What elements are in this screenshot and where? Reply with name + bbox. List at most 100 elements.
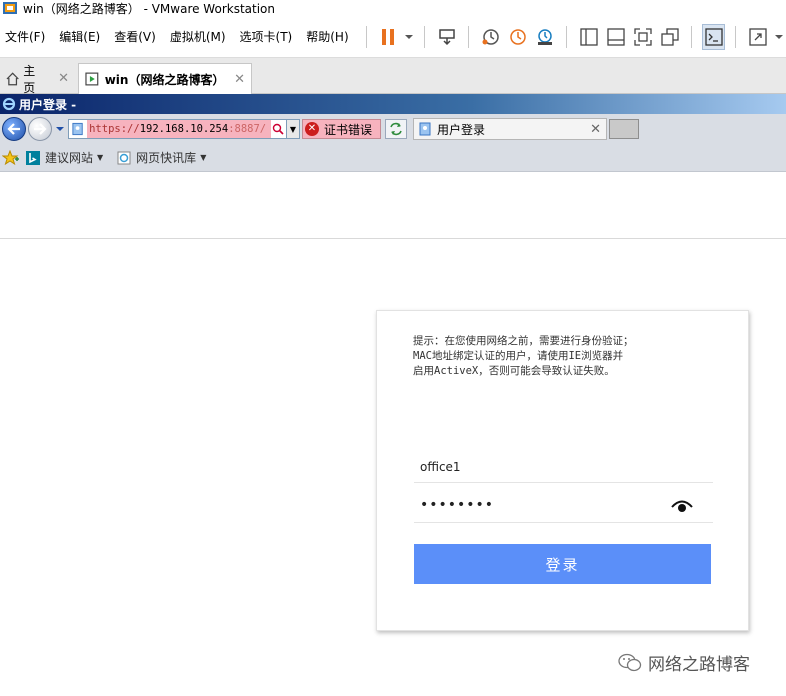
new-tab-button[interactable]: [609, 119, 640, 139]
search-icon: [273, 123, 284, 135]
refresh-button[interactable]: [385, 119, 408, 139]
address-search-button[interactable]: [271, 120, 286, 138]
tab-home-label: 主页: [23, 63, 36, 95]
web-slice-gallery-link[interactable]: 网页快讯库 ▼: [117, 149, 206, 166]
toolbar-separator: [735, 25, 737, 48]
menu-vm[interactable]: 虚拟机(M): [165, 28, 235, 45]
toolbar-separator: [468, 25, 470, 48]
home-icon: [6, 71, 19, 85]
address-dropdown-button[interactable]: ▼: [285, 120, 300, 138]
address-url[interactable]: https://192.168.10.254:8887/: [87, 120, 271, 138]
tab-win-vm[interactable]: win（网络之路博客） ✕: [78, 63, 252, 94]
page-icon: [72, 122, 83, 136]
certificate-error-label: 证书错误: [324, 122, 373, 137]
pause-icon: [382, 28, 395, 45]
wechat-icon: [618, 653, 642, 671]
snapshot-take-button[interactable]: [479, 24, 502, 50]
vmware-tab-strip: 主页 ✕ win（网络之路博客） ✕: [0, 58, 786, 95]
bottom-panel-layout-icon: [606, 27, 625, 46]
ie-window-title: 用户登录 -: [19, 97, 77, 112]
pause-button[interactable]: [377, 24, 400, 50]
web-slice-icon: [117, 151, 131, 164]
close-icon[interactable]: ✕: [590, 122, 601, 137]
chevron-down-icon: [774, 34, 783, 39]
ie-title-bar: 用户登录 -: [0, 94, 786, 114]
bing-icon: [26, 150, 40, 165]
menu-edit[interactable]: 编辑(E): [54, 28, 109, 45]
login-hint: 提示：在您使用网络之前，需要进行身份验证； MAC地址绑定认证的用户，请使用IE…: [413, 334, 713, 379]
fullscreen-icon: [634, 27, 652, 46]
favorites-bar: 建议网站 ▼ 网页快讯库 ▼: [0, 144, 786, 172]
certificate-error-button[interactable]: ✕ 证书错误: [302, 119, 382, 139]
close-icon[interactable]: ✕: [234, 72, 245, 87]
refresh-icon: [390, 122, 402, 136]
close-icon[interactable]: ✕: [58, 71, 69, 86]
snapshot-manager-icon: [537, 28, 552, 45]
chevron-down-icon: [56, 127, 64, 131]
login-card: 提示：在您使用网络之前，需要进行身份验证； MAC地址绑定认证的用户，请使用IE…: [376, 310, 749, 631]
sidebar-layout-icon: [579, 27, 598, 46]
password-field: [414, 489, 713, 523]
suggested-sites-link[interactable]: 建议网站 ▼: [26, 149, 103, 166]
stretch-dropdown-button[interactable]: [773, 24, 784, 50]
history-dropdown-button[interactable]: [55, 122, 65, 136]
toolbar-separator: [566, 25, 568, 48]
snapshot-manager-button[interactable]: [533, 24, 556, 50]
full-screen-button[interactable]: [631, 24, 654, 50]
menu-help[interactable]: 帮助(H): [301, 28, 357, 45]
console-view-button[interactable]: [702, 23, 726, 50]
snapshot-revert-icon: [509, 28, 526, 45]
suggested-sites-label: 建议网站: [45, 151, 94, 165]
arrow-left-icon: [7, 123, 20, 135]
hint-line: 提示：在您使用网络之前，需要进行身份验证；: [413, 335, 634, 347]
toolbar-separator: [365, 25, 367, 48]
unity-windows-icon: [661, 27, 679, 46]
web-slice-gallery-label: 网页快讯库: [136, 151, 197, 165]
terminal-icon: [705, 27, 723, 46]
login-button[interactable]: 登录: [414, 544, 711, 584]
snapshot-clock-icon: [482, 28, 499, 45]
star-add-icon: [2, 149, 19, 165]
pause-dropdown-button[interactable]: [404, 24, 415, 50]
toolbar-separator: [424, 25, 426, 48]
url-scheme: https://: [89, 123, 140, 135]
url-host: 192.168.10.254: [139, 123, 229, 135]
vmware-menubar: 文件(F) 编辑(E) 查看(V) 虚拟机(M) 选项卡(T) 帮助(H): [0, 16, 786, 58]
back-button[interactable]: [2, 117, 26, 141]
menu-tabs[interactable]: 选项卡(T): [235, 28, 302, 45]
send-ctrl-alt-del-button[interactable]: [435, 24, 458, 50]
url-port: :8887/: [228, 123, 267, 135]
favorites-button[interactable]: [2, 149, 20, 166]
menu-file[interactable]: 文件(F): [0, 28, 54, 45]
hint-line: 启用ActiveX，否则可能会导致认证失败。: [413, 365, 615, 377]
ie-tab-label: 用户登录: [437, 122, 486, 137]
keyboard-send-icon: [438, 28, 455, 45]
stretch-guest-button[interactable]: [746, 24, 769, 50]
eye-icon[interactable]: [671, 499, 693, 513]
unity-button[interactable]: [658, 24, 681, 50]
watermark: 网络之路博客: [618, 650, 750, 675]
expand-icon: [749, 27, 767, 46]
vmware-title-bar: win（网络之路博客） - VMware Workstation: [0, 0, 786, 16]
vmware-window-title: win（网络之路博客） - VMware Workstation: [23, 1, 275, 16]
vm-running-icon: [85, 72, 99, 86]
username-input[interactable]: [414, 451, 713, 483]
forward-button[interactable]: [28, 117, 52, 141]
error-icon: ✕: [305, 122, 319, 136]
vmware-logo-icon: [3, 2, 17, 14]
tab-home[interactable]: 主页 ✕: [0, 63, 75, 95]
snapshot-revert-button[interactable]: [506, 24, 529, 50]
address-bar[interactable]: https://192.168.10.254:8887/ ▼: [68, 119, 300, 139]
chevron-down-icon: [404, 34, 413, 39]
chevron-down-icon: ▼: [200, 153, 207, 162]
hint-line: MAC地址绑定认证的用户，请使用IE浏览器并: [413, 350, 624, 362]
show-library-button[interactable]: [577, 24, 600, 50]
password-input[interactable]: [414, 489, 664, 521]
menu-view[interactable]: 查看(V): [109, 28, 165, 45]
arrow-right-icon: [34, 123, 47, 135]
ie-tab-login[interactable]: 用户登录 ✕: [413, 118, 608, 140]
ie-logo-icon: [2, 97, 16, 111]
show-thumbnail-button[interactable]: [604, 24, 627, 50]
header-divider: [0, 238, 786, 239]
watermark-text: 网络之路博客: [648, 655, 750, 675]
